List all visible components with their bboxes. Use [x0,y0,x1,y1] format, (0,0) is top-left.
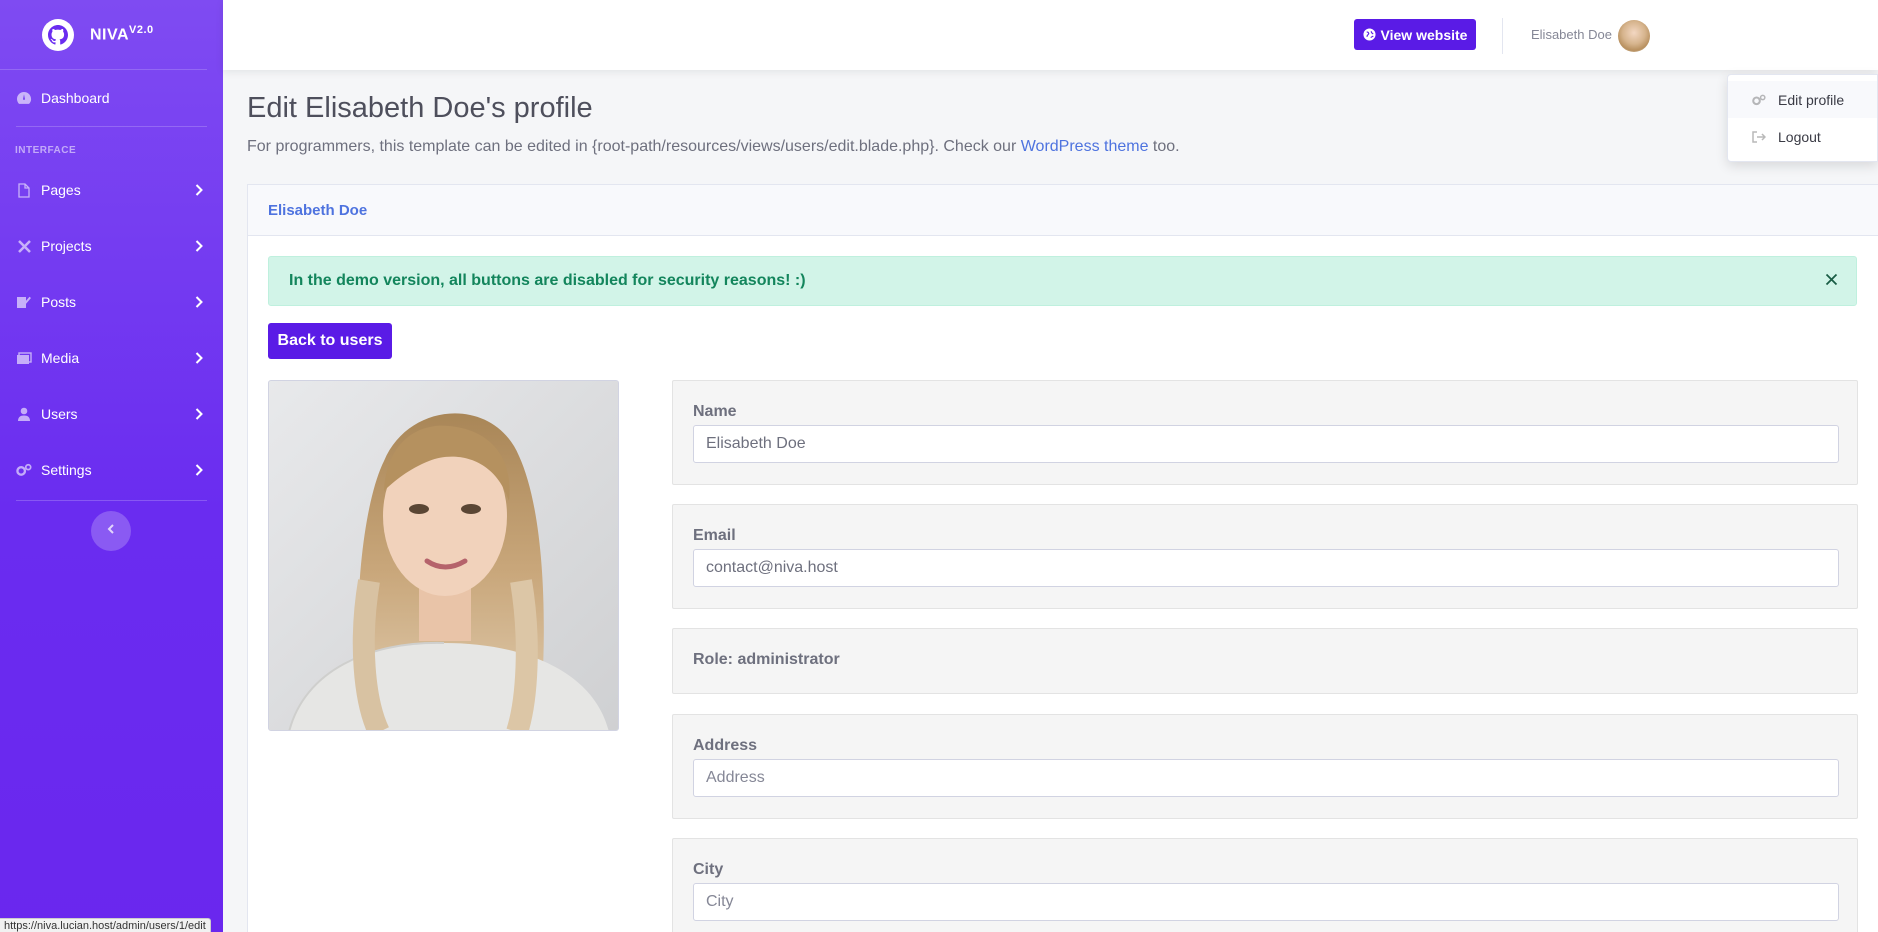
wordpress-theme-link[interactable]: WordPress theme [1021,138,1149,155]
topbar-divider [1502,18,1503,54]
close-icon[interactable] [1825,273,1838,291]
city-form-group: City [672,838,1858,932]
profile-photo [268,380,619,731]
github-logo-icon [42,18,74,51]
page-title: Edit Elisabeth Doe's profile [247,92,593,124]
dropdown-item-label: Logout [1778,128,1821,145]
sidebar-item-projects[interactable]: Projects [0,218,223,274]
topbar-user-name[interactable]: Elisabeth Doe [1531,27,1612,42]
tools-icon [16,238,32,254]
sidebar-item-label: Posts [41,294,77,310]
sidebar-item-posts[interactable]: Posts [0,274,223,330]
city-label: City [693,861,724,878]
email-label: Email [693,527,736,544]
status-bar-url: https://niva.lucian.host/admin/users/1/e… [0,918,211,932]
sign-out-icon [1752,130,1766,143]
sidebar-item-label: Settings [41,462,92,478]
chevron-right-icon [195,407,203,423]
demo-alert: In the demo version, all buttons are dis… [268,256,1857,306]
chevron-right-icon [195,295,203,311]
sidebar: NIVAV2.0 Dashboard INTERFACE Pages Proje… [0,0,223,932]
chevron-right-icon [195,351,203,367]
view-website-button[interactable]: View website [1354,19,1476,50]
globe-icon [1363,28,1376,41]
sidebar-divider [16,500,207,501]
role-text: Role: administrator [693,651,840,668]
role-form-group: Role: administrator [672,628,1858,694]
address-label: Address [693,737,758,754]
brand-version: V2.0 [129,24,154,37]
cogs-icon [16,462,32,478]
chevron-right-icon [195,463,203,479]
sidebar-item-settings[interactable]: Settings [0,442,223,498]
user-dropdown-menu: Edit profile Logout [1727,74,1878,162]
address-input[interactable] [693,759,1839,797]
brand-name: NIVA [90,26,130,44]
brand[interactable]: NIVAV2.0 [0,0,207,70]
cogs-icon [1752,94,1766,106]
chevron-left-icon [107,522,115,540]
sidebar-toggle-button[interactable] [91,511,131,551]
view-website-label: View website [1380,26,1468,43]
sidebar-item-pages[interactable]: Pages [0,162,223,218]
card-header: Elisabeth Doe [248,185,1878,236]
sidebar-heading: INTERFACE [15,145,77,156]
city-input[interactable] [693,883,1839,921]
email-input[interactable] [693,549,1839,587]
back-to-users-button[interactable]: Back to users [268,323,392,359]
page-subtitle-text: For programmers, this template can be ed… [247,138,1021,155]
sidebar-item-label: Users [41,406,78,422]
name-form-group: Name [672,380,1858,485]
images-icon [16,350,32,366]
page-subtitle-suffix: too. [1148,138,1180,155]
dropdown-item-edit-profile[interactable]: Edit profile [1728,81,1877,118]
email-form-group: Email [672,504,1858,609]
sidebar-item-label: Media [41,350,80,366]
chevron-right-icon [195,183,203,199]
dropdown-item-logout[interactable]: Logout [1728,118,1877,155]
sidebar-item-label: Projects [41,238,92,254]
name-input[interactable] [693,425,1839,463]
avatar[interactable] [1618,20,1650,52]
pencil-icon [16,294,32,310]
sidebar-item-dashboard[interactable]: Dashboard [0,70,223,126]
file-icon [16,182,32,198]
dropdown-item-label: Edit profile [1778,91,1845,108]
chevron-right-icon [195,239,203,255]
alert-text: In the demo version, all buttons are dis… [289,272,806,289]
tachometer-icon [16,90,32,106]
name-label: Name [693,403,737,420]
sidebar-item-users[interactable]: Users [0,386,223,442]
profile-card: Elisabeth Doe In the demo version, all b… [247,184,1878,932]
page-subtitle: For programmers, this template can be ed… [247,138,1180,156]
sidebar-item-label: Dashboard [41,90,110,106]
user-icon [16,406,32,422]
sidebar-item-media[interactable]: Media [0,330,223,386]
sidebar-item-label: Pages [41,182,81,198]
address-form-group: Address [672,714,1858,819]
